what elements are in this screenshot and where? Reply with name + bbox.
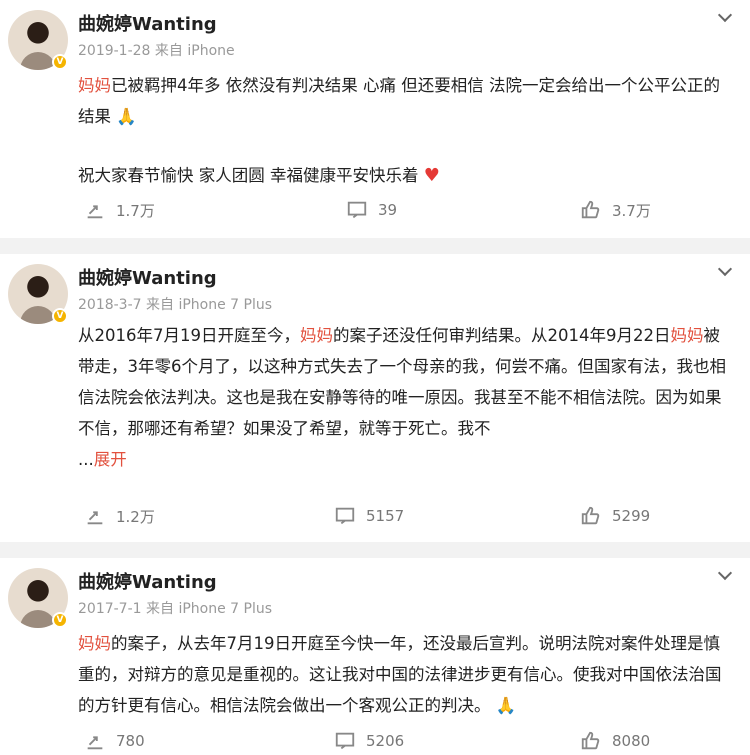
repost-button[interactable]: 1.7万 <box>84 199 155 221</box>
post-text: 妈妈的案子，从去年7月19日开庭至今快一年，还没最后宣判。说明法院对案件处理是慎… <box>78 628 726 721</box>
post-text-body: 已被羁押4年多 依然没有判决结果 心痛 但还要相信 法院一定会给出一个公平公正的… <box>78 76 720 126</box>
repost-icon <box>87 511 103 525</box>
verified-badge-icon: V <box>52 308 68 324</box>
repost-count: 1.2万 <box>116 507 155 526</box>
post-source: 来自 iPhone 7 Plus <box>146 297 273 313</box>
like-button[interactable]: 3.7万 <box>580 199 651 221</box>
heart-emoji-icon: ♥ <box>423 165 440 186</box>
weibo-feed: V 曲婉婷Wanting 2019-1-28 来自 iPhone 妈妈已被羁押4… <box>0 0 750 755</box>
post-date: 2017-7-1 <box>78 601 142 617</box>
comment-icon <box>335 507 355 525</box>
username[interactable]: 曲婉婷Wanting <box>78 568 217 594</box>
mom-highlight[interactable]: 妈妈 <box>671 326 704 345</box>
mom-highlight[interactable]: 妈妈 <box>300 326 333 345</box>
username[interactable]: 曲婉婷Wanting <box>78 10 217 36</box>
post-text-greeting: 祝大家春节愉快 家人团圆 幸福健康平安快乐着 <box>78 166 419 185</box>
comment-button[interactable]: 5206 <box>334 730 404 752</box>
like-button[interactable]: 5299 <box>580 505 650 527</box>
post-card: V 曲婉婷Wanting 2017-7-1 来自 iPhone 7 Plus 妈… <box>0 558 750 755</box>
comment-count: 5206 <box>366 732 405 750</box>
post-card: V 曲婉婷Wanting 2019-1-28 来自 iPhone 妈妈已被羁押4… <box>0 0 750 238</box>
post-date: 2018-3-7 <box>78 297 142 313</box>
post-actions: 1.2万 5157 5299 <box>0 505 750 533</box>
post-text-part: 从2016年7月19日开庭至今， <box>78 326 300 345</box>
post-text-body: 的案子，从去年7月19日开庭至今快一年，还没最后宣判。说明法院对案件处理是慎重的… <box>78 634 722 715</box>
ellipsis: ... <box>78 450 94 469</box>
like-button[interactable]: 8080 <box>580 730 650 752</box>
post-meta: 2018-3-7 来自 iPhone 7 Plus <box>78 294 272 314</box>
verified-badge-icon: V <box>52 612 68 628</box>
post-source: 来自 iPhone 7 Plus <box>146 601 273 617</box>
like-count: 3.7万 <box>612 201 651 220</box>
comment-icon <box>347 201 367 219</box>
post-date: 2019-1-28 <box>78 43 151 59</box>
pray-emoji-icon: 🙏 <box>495 696 517 715</box>
repost-button[interactable]: 1.2万 <box>84 505 155 527</box>
post-text: 妈妈已被羁押4年多 依然没有判决结果 心痛 但还要相信 法院一定会给出一个公平公… <box>78 70 726 191</box>
repost-icon <box>87 205 103 219</box>
post-card: V 曲婉婷Wanting 2018-3-7 来自 iPhone 7 Plus 从… <box>0 254 750 542</box>
repost-count: 1.7万 <box>116 201 155 220</box>
post-meta: 2019-1-28 来自 iPhone <box>78 40 235 60</box>
post-text-part: 的案子还没任何审判结果。从2014年9月22日 <box>333 326 671 345</box>
repost-button[interactable]: 780 <box>84 730 145 752</box>
mom-highlight[interactable]: 妈妈 <box>78 634 111 653</box>
post-meta: 2017-7-1 来自 iPhone 7 Plus <box>78 598 272 618</box>
repost-icon <box>87 736 103 750</box>
comment-icon <box>335 732 355 750</box>
chevron-down-icon[interactable] <box>716 258 736 278</box>
comment-count: 5157 <box>366 507 405 525</box>
post-text: 从2016年7月19日开庭至今，妈妈的案子还没任何审判结果。从2014年9月22… <box>78 320 726 475</box>
thumbs-up-icon <box>581 731 600 750</box>
post-actions: 780 5206 8080 <box>0 730 750 755</box>
pray-emoji-icon: 🙏 <box>116 107 137 126</box>
like-count: 5299 <box>612 507 651 525</box>
expand-link[interactable]: 展开 <box>94 450 127 469</box>
post-source: 来自 iPhone <box>154 43 235 59</box>
repost-count: 780 <box>116 732 145 750</box>
post-actions: 1.7万 39 3.7万 <box>0 199 750 227</box>
comment-button[interactable]: 5157 <box>334 505 404 527</box>
comment-button[interactable]: 39 <box>346 199 397 221</box>
thumbs-up-icon <box>581 200 600 219</box>
chevron-down-icon[interactable] <box>716 562 736 582</box>
like-count: 8080 <box>612 732 651 750</box>
mom-highlight[interactable]: 妈妈 <box>78 76 111 95</box>
username[interactable]: 曲婉婷Wanting <box>78 264 217 290</box>
verified-badge-icon: V <box>52 54 68 70</box>
chevron-down-icon[interactable] <box>716 4 736 24</box>
comment-count: 39 <box>378 201 398 219</box>
thumbs-up-icon <box>581 506 600 525</box>
